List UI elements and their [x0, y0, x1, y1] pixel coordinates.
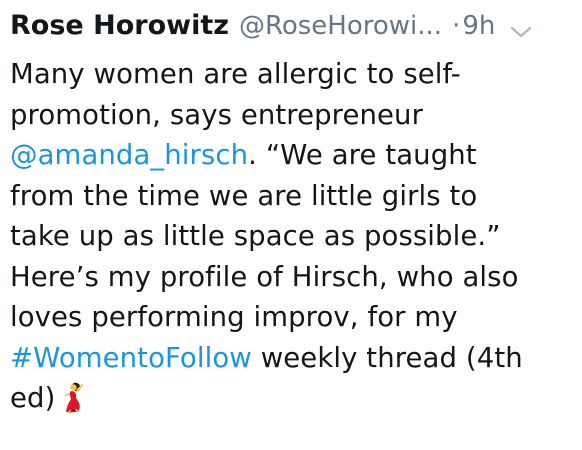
tweet-line: ed): [10, 378, 572, 419]
tweet-line: promotion, says entrepreneur: [10, 95, 572, 136]
mention-link[interactable]: @amanda_hirsch: [10, 139, 248, 171]
separator-dot: ·: [452, 11, 461, 41]
text-segment: Here’s my profile of Hirsch, who also: [10, 260, 519, 293]
text-segment: take up as little space as possible.”: [10, 220, 501, 252]
text-segment: from the time we are little girls to: [10, 179, 478, 212]
text-segment: loves performing improv, for my: [10, 301, 458, 333]
tweet-line: loves performing improv, for my: [10, 297, 572, 338]
tweet: Rose Horowitz @RoseHorowi... · 9h Many w…: [10, 10, 572, 419]
author-name[interactable]: Rose Horowitz: [10, 10, 229, 41]
tweet-header: Rose Horowitz @RoseHorowi... · 9h: [10, 10, 572, 50]
text-segment: weekly thread (4th: [251, 341, 523, 374]
tweet-line: #WomentoFollow weekly thread (4th: [10, 338, 572, 379]
chevron-down-icon[interactable]: [509, 24, 533, 40]
dancer-emoji-icon: [65, 382, 84, 413]
hashtag-link[interactable]: #WomentoFollow: [10, 342, 252, 374]
tweet-line: take up as little space as possible.”: [10, 216, 572, 257]
tweet-timestamp[interactable]: 9h: [462, 11, 495, 41]
tweet-line: Many women are allergic to self-: [10, 54, 572, 95]
text-segment: . “We are taught: [248, 139, 477, 171]
tweet-line: from the time we are little girls to: [10, 176, 572, 217]
text-segment: ed): [10, 382, 56, 414]
tweet-line: Here’s my profile of Hirsch, who also: [10, 257, 572, 298]
text-segment: promotion, says entrepreneur: [10, 98, 423, 131]
text-segment: Many women are allergic to self-: [10, 58, 461, 90]
tweet-text: Many women are allergic to self- promoti…: [10, 54, 572, 419]
author-handle[interactable]: @RoseHorowi...: [239, 11, 442, 41]
tweet-line: @amanda_hirsch. “We are taught: [10, 135, 572, 176]
